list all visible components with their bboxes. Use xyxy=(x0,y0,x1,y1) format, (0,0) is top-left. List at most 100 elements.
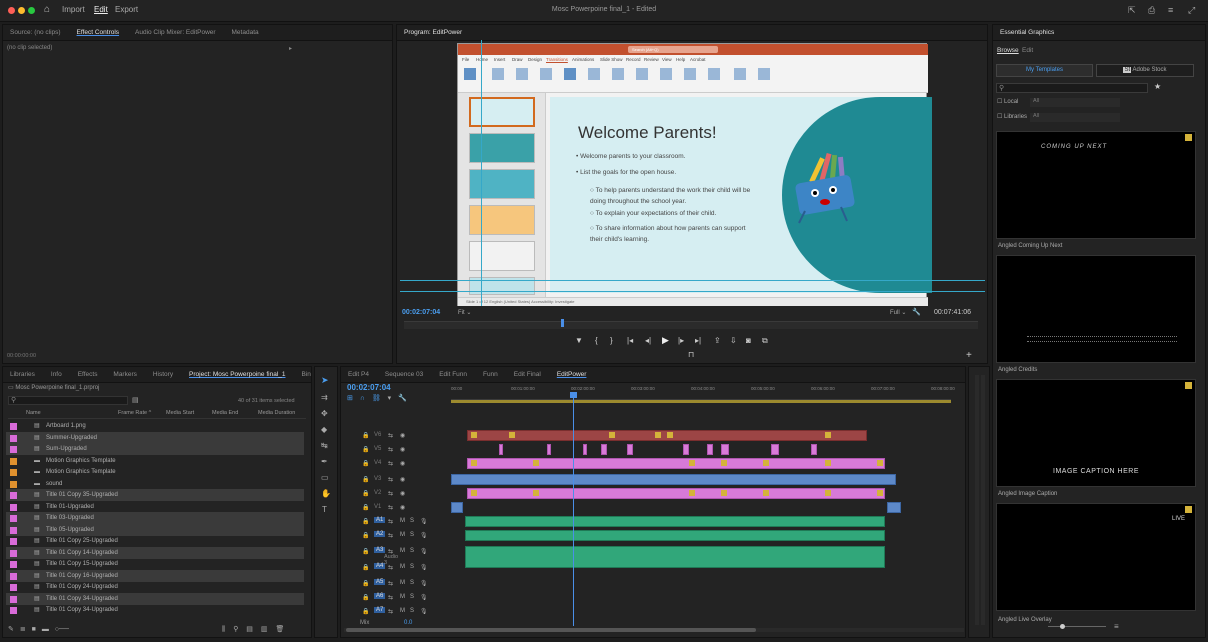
timeline-clip[interactable] xyxy=(499,444,503,455)
go-to-in-icon[interactable]: |◂ xyxy=(627,336,633,345)
track-label[interactable]: V1 xyxy=(374,504,381,510)
lock-icon[interactable]: 🔒 xyxy=(362,564,369,571)
solo-button[interactable]: S xyxy=(410,532,414,538)
video-track-row[interactable] xyxy=(451,502,951,514)
step-forward-icon[interactable]: |▸ xyxy=(678,336,684,345)
label-color-swatch[interactable] xyxy=(10,584,17,591)
label-color-swatch[interactable] xyxy=(10,561,17,568)
icon-view-icon[interactable]: ■ xyxy=(32,626,36,633)
video-track-row[interactable] xyxy=(451,430,951,442)
nest-icon[interactable]: ⊞ xyxy=(347,395,353,402)
zoom-level-select[interactable]: Fit ⌄ xyxy=(458,309,471,316)
microphone-icon[interactable]: 🎙 xyxy=(420,518,428,525)
audio-track-row[interactable] xyxy=(451,592,951,604)
eye-icon[interactable]: ◉ xyxy=(400,432,405,439)
local-checkbox[interactable]: ☐ Local xyxy=(997,98,1018,105)
track-label[interactable]: A2 xyxy=(374,531,386,537)
adobe-stock-button[interactable]: St Adobe Stock xyxy=(1096,64,1194,77)
fullscreen-icon[interactable]: ⤢ xyxy=(1188,5,1195,16)
sort-menu-icon[interactable]: ≡ xyxy=(1114,622,1119,631)
libraries-checkbox[interactable]: ☐ Libraries xyxy=(997,113,1027,120)
play-icon[interactable]: ▶ xyxy=(662,335,669,346)
timeline-clip[interactable] xyxy=(707,444,713,455)
solo-button[interactable]: S xyxy=(410,564,414,570)
project-item-row[interactable]: ▤ Sum-Upgraded xyxy=(6,443,304,456)
zoom-slider-icon[interactable]: ○── xyxy=(55,626,69,633)
label-color-swatch[interactable] xyxy=(10,434,17,442)
eg-tab-browse[interactable]: Browse xyxy=(997,47,1019,54)
tab-info[interactable]: Info xyxy=(44,367,69,382)
libraries-filter-select[interactable]: All xyxy=(1030,113,1120,122)
template-thumb-live-overlay[interactable]: LIVE xyxy=(996,503,1196,611)
list-view-icon[interactable]: ≣ xyxy=(20,626,26,633)
template-thumb-image-caption[interactable]: IMAGE CAPTION HERE xyxy=(996,379,1196,487)
lock-icon[interactable]: 🔒 xyxy=(362,490,369,497)
eye-icon[interactable]: ◉ xyxy=(400,476,405,483)
label-color-swatch[interactable] xyxy=(10,446,17,453)
program-scrub-bar[interactable] xyxy=(404,321,978,329)
snap-icon[interactable]: ∩ xyxy=(360,395,365,402)
track-label[interactable]: A1 xyxy=(374,517,386,523)
audio-track-row[interactable] xyxy=(451,530,951,542)
comparison-view-icon[interactable]: ⧉ xyxy=(762,336,768,346)
audio-clip-waveform[interactable] xyxy=(465,516,885,527)
lock-icon[interactable]: 🔒 xyxy=(362,460,369,467)
tab-project[interactable]: Project: Mosc Powerpoine final_1 xyxy=(182,367,292,382)
tab-sequence-edit-funn[interactable]: Edit Funn xyxy=(432,367,474,382)
label-color-swatch[interactable] xyxy=(10,492,17,499)
column-media-end[interactable]: Media End xyxy=(212,410,238,416)
tab-sequence-funn[interactable]: Funn xyxy=(476,367,505,382)
timeline-horizontal-scrollbar[interactable] xyxy=(344,628,964,632)
mute-button[interactable]: M xyxy=(400,532,405,538)
program-video-frame[interactable]: Search (Alt+Q) File Home Insert Draw Des… xyxy=(457,43,932,306)
template-thumb-coming-up-next[interactable]: COMING UP NEXT xyxy=(996,131,1196,239)
eye-icon[interactable]: ◉ xyxy=(400,490,405,497)
label-color-swatch[interactable] xyxy=(10,515,17,522)
new-bin-footer-icon[interactable]: ▤ xyxy=(246,626,253,633)
tab-sequence-03[interactable]: Sequence 03 xyxy=(378,367,430,382)
label-color-swatch[interactable] xyxy=(10,480,17,488)
my-templates-button[interactable]: My Templates xyxy=(996,64,1093,77)
tab-program[interactable]: Program: EditPower xyxy=(397,25,469,40)
timeline-clip[interactable] xyxy=(601,444,607,455)
eye-icon[interactable]: ◉ xyxy=(400,446,405,453)
column-media-start[interactable]: Media Start xyxy=(166,410,194,416)
timeline-clip[interactable] xyxy=(811,444,817,455)
eg-search-input[interactable]: ⚲ xyxy=(996,83,1148,93)
microphone-icon[interactable]: 🎙 xyxy=(420,580,428,587)
sync-lock-icon[interactable]: ⇆ xyxy=(388,476,393,483)
timeline-clip[interactable] xyxy=(467,458,885,469)
lock-icon[interactable]: 🔒 xyxy=(362,532,369,539)
lock-icon[interactable]: 🔒 xyxy=(362,548,369,555)
microphone-icon[interactable]: 🎙 xyxy=(420,532,428,539)
audio-track-row[interactable] xyxy=(451,562,951,574)
eye-icon[interactable]: ◉ xyxy=(400,460,405,467)
export-frame-icon[interactable]: ◙ xyxy=(746,336,751,345)
label-color-swatch[interactable] xyxy=(10,469,17,476)
label-color-swatch[interactable] xyxy=(10,503,17,511)
tab-history[interactable]: History xyxy=(146,367,180,382)
lock-icon[interactable]: 🔒 xyxy=(362,476,369,483)
timeline-clip[interactable] xyxy=(627,444,633,455)
track-select-tool-icon[interactable]: ⇉ xyxy=(321,393,328,402)
track-label[interactable]: A3 xyxy=(374,547,386,553)
track-label[interactable]: A5 xyxy=(374,579,386,585)
sync-lock-icon[interactable]: ⇆ xyxy=(388,594,393,601)
trash-icon[interactable]: 🗑 xyxy=(275,626,284,633)
lock-icon[interactable]: 🔒 xyxy=(362,594,369,601)
wrench-icon[interactable]: 🔧 xyxy=(912,308,921,316)
microphone-icon[interactable]: 🎙 xyxy=(420,594,428,601)
video-track-row[interactable] xyxy=(451,474,951,486)
column-frame-rate[interactable]: Frame Rate ^ xyxy=(118,410,151,416)
lift-icon[interactable]: ⇪ xyxy=(714,336,721,345)
track-label[interactable]: V6 xyxy=(374,432,381,438)
sync-lock-icon[interactable]: ⇆ xyxy=(388,490,393,497)
track-label[interactable]: V2 xyxy=(374,490,381,496)
lock-icon[interactable]: 🔒 xyxy=(362,446,369,453)
microphone-icon[interactable]: 🎙 xyxy=(420,564,428,571)
sync-lock-icon[interactable]: ⇆ xyxy=(388,446,393,453)
project-item-row[interactable]: ▤ Title 03-Upgraded xyxy=(6,512,304,525)
timeline-clip[interactable] xyxy=(721,444,729,455)
favorites-star-icon[interactable]: ★ xyxy=(1154,82,1161,91)
freeform-view-icon[interactable]: ▬ xyxy=(42,626,49,633)
